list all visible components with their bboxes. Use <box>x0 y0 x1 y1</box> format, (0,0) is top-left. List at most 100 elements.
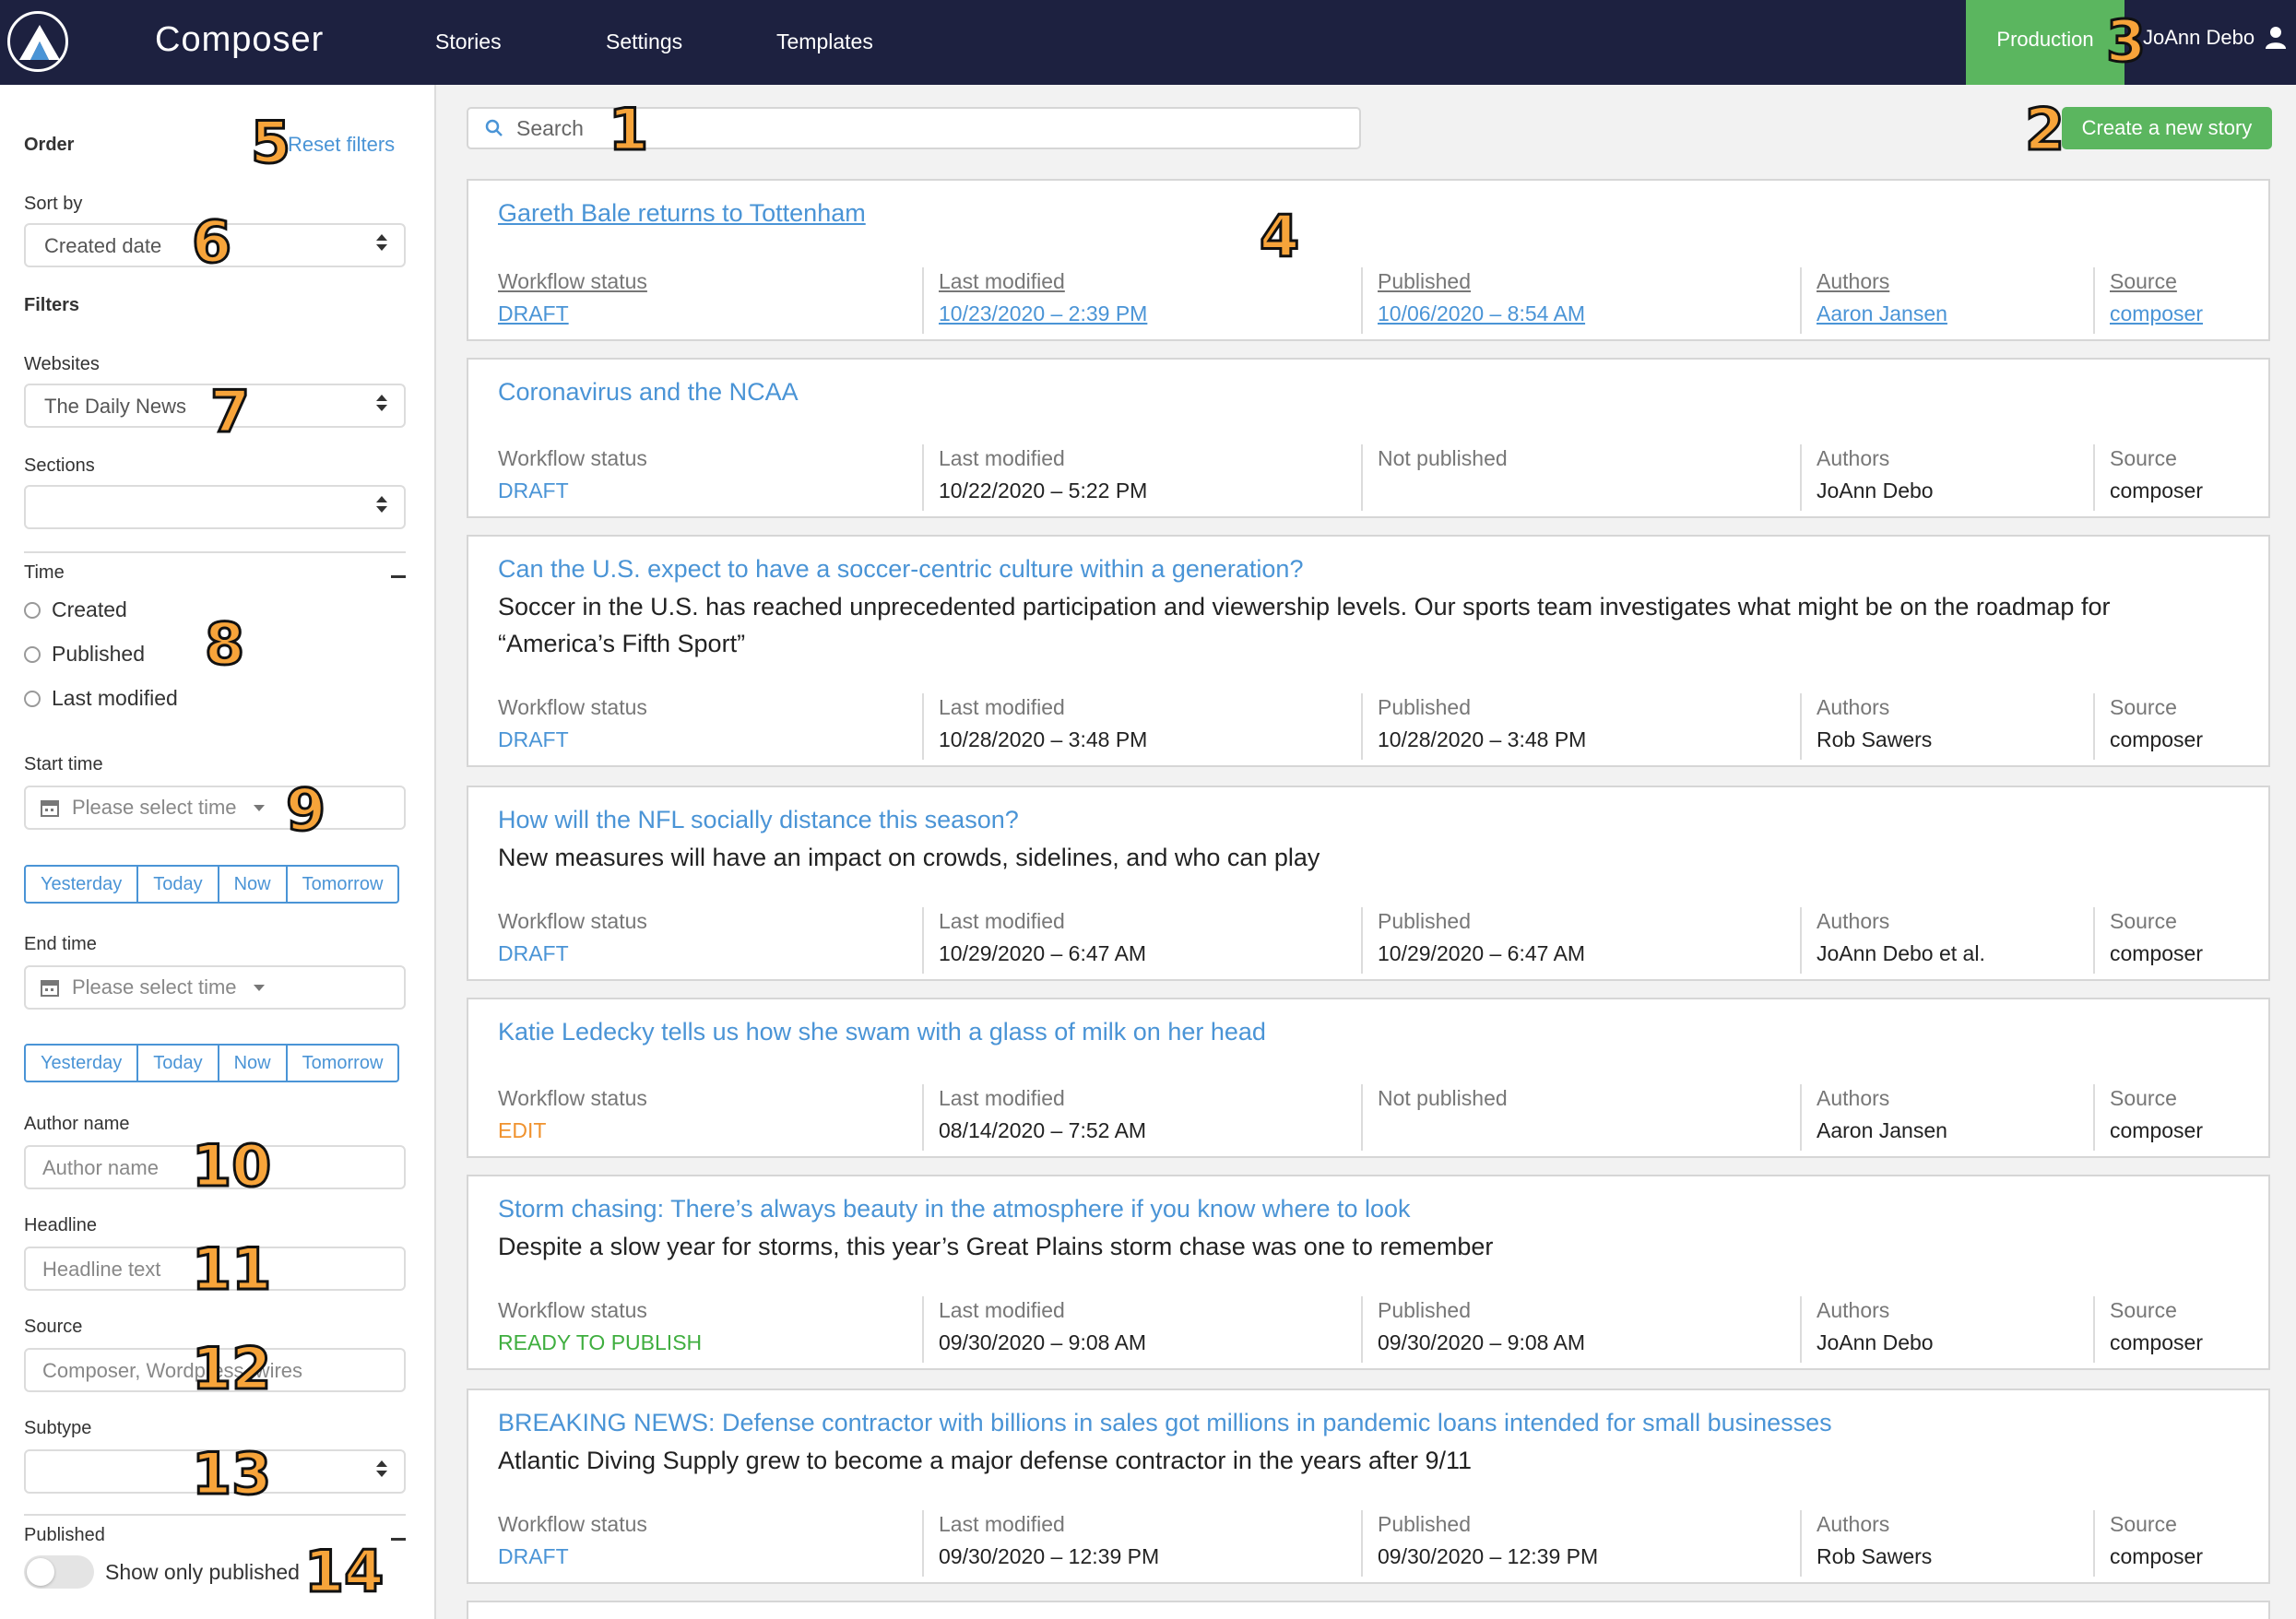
meta-value: DRAFT <box>498 1544 569 1568</box>
published-heading: Published <box>24 1525 105 1545</box>
start-now-button[interactable]: Now <box>219 865 288 904</box>
meta-key: Workflow status <box>498 269 647 293</box>
story-title[interactable]: Katie Ledecky tells us how she swam with… <box>498 1018 1266 1046</box>
authors: Authors Aaron Jansen <box>1800 1084 1947 1151</box>
last-modified: Last modified 09/30/2020 – 12:39 PM <box>922 1510 1159 1577</box>
story-card[interactable]: How will the NFL socially distance this … <box>467 786 2270 981</box>
published-date: Not published <box>1361 1084 1508 1151</box>
collapse-published-icon[interactable] <box>391 1538 406 1541</box>
nav-templates[interactable]: Templates <box>776 30 873 54</box>
story-meta: Workflow status DRAFT Last modified 09/30/… <box>498 1510 2250 1577</box>
story-title[interactable]: Storm chasing: There’s always beauty in … <box>498 1195 1411 1223</box>
meta-key: Source <box>2110 269 2177 293</box>
start-yesterday-button[interactable]: Yesterday <box>24 865 139 904</box>
filters-heading: Filters <box>24 295 80 315</box>
end-time-picker[interactable]: Please select time <box>24 965 406 1010</box>
start-time-picker[interactable]: Please select time <box>24 786 406 830</box>
meta-value: EDIT <box>498 1118 547 1142</box>
radio-last-modified[interactable]: Last modified <box>24 686 178 711</box>
meta-key: Authors <box>1817 446 1890 470</box>
radio-created[interactable]: Created <box>24 597 127 622</box>
workflow-status: Workflow status EDIT <box>498 1084 647 1151</box>
end-yesterday-button[interactable]: Yesterday <box>24 1044 139 1082</box>
story-title[interactable]: BREAKING NEWS: Defense contractor with b… <box>498 1409 1832 1437</box>
toggle-knob <box>27 1558 54 1586</box>
meta-value[interactable]: DRAFT <box>498 301 647 326</box>
time-heading: Time <box>24 562 65 583</box>
start-today-button[interactable]: Today <box>138 865 219 904</box>
start-time-label: Start time <box>24 754 103 774</box>
radio-published[interactable]: Published <box>24 642 145 667</box>
reset-filters-link[interactable]: Reset filters <box>288 133 395 157</box>
meta-key: Last modified <box>939 446 1065 470</box>
authors: Authors Rob Sawers <box>1800 693 1932 760</box>
radio-label: Published <box>52 642 146 666</box>
story-card[interactable]: Can the U.S. expect to have a soccer-cen… <box>467 535 2270 767</box>
start-tomorrow-button[interactable]: Tomorrow <box>287 865 400 904</box>
meta-value: 09/30/2020 – 9:08 AM <box>1378 1330 1586 1354</box>
order-heading: Order <box>24 135 75 155</box>
show-only-published-label: Show only published <box>105 1559 300 1584</box>
show-only-published-toggle[interactable] <box>24 1555 94 1589</box>
radio-circle <box>24 601 41 619</box>
app-logo[interactable] <box>7 11 68 72</box>
show-only-published-row: Show only published <box>24 1555 300 1589</box>
workflow-status: Workflow status READY TO PUBLISH <box>498 1296 702 1363</box>
story-title[interactable]: Coronavirus and the NCAA <box>498 378 799 407</box>
meta-value: composer <box>2110 1544 2203 1568</box>
meta-key: Published <box>1378 695 1472 719</box>
story-card[interactable] <box>467 1601 2270 1619</box>
story-card[interactable]: Katie Ledecky tells us how she swam with… <box>467 998 2270 1158</box>
meta-key: Source <box>2110 1512 2177 1536</box>
story-title[interactable]: Can the U.S. expect to have a soccer-cen… <box>498 555 1303 584</box>
story-card[interactable]: Storm chasing: There’s always beauty in … <box>467 1175 2270 1370</box>
story-title[interactable]: How will the NFL socially distance this … <box>498 806 1019 834</box>
sort-by-label: Sort by <box>24 194 83 214</box>
story-title[interactable]: Gareth Bale returns to Tottenham <box>498 199 866 228</box>
meta-value[interactable]: composer <box>2110 301 2203 326</box>
meta-key: Source <box>2110 1086 2177 1110</box>
meta-value: composer <box>2110 479 2203 502</box>
callout-11: 11 <box>190 1235 272 1303</box>
radio-label: Created <box>52 597 127 621</box>
story-meta: Workflow status DRAFT Last modified 10/28/… <box>498 693 2250 760</box>
meta-value[interactable]: 10/23/2020 – 2:39 PM <box>939 301 1147 326</box>
story-meta: Workflow status EDIT Last modified 08/14/2… <box>498 1084 2250 1151</box>
story-card[interactable]: Gareth Bale returns to Tottenham Workflo… <box>467 179 2270 341</box>
meta-value: DRAFT <box>498 941 569 965</box>
meta-key: Last modified <box>939 909 1065 933</box>
story-card[interactable]: Coronavirus and the NCAA Workflow status… <box>467 358 2270 518</box>
select-arrows-icon <box>376 1460 387 1477</box>
callout-13: 13 <box>190 1440 272 1507</box>
end-today-button[interactable]: Today <box>138 1044 219 1082</box>
divider <box>24 551 406 553</box>
meta-value[interactable]: Aaron Jansen <box>1817 301 1947 326</box>
select-arrows-icon <box>376 234 387 251</box>
meta-value: 09/30/2020 – 9:08 AM <box>939 1330 1147 1354</box>
collapse-time-icon[interactable] <box>391 575 406 578</box>
end-tomorrow-button[interactable]: Tomorrow <box>287 1044 400 1082</box>
meta-value: Aaron Jansen <box>1817 1118 1947 1142</box>
nav-stories[interactable]: Stories <box>435 30 502 54</box>
top-navbar: Composer Stories Settings Templates Prod… <box>0 0 2296 85</box>
story-description: Soccer in the U.S. has reached unprecede… <box>498 593 2111 657</box>
meta-key: Last modified <box>939 1298 1065 1322</box>
user-menu[interactable]: JoAnn Debo <box>2143 26 2287 50</box>
search-input[interactable]: Search <box>467 107 1361 149</box>
meta-value: 09/30/2020 – 12:39 PM <box>1378 1544 1599 1568</box>
create-new-story-button[interactable]: Create a new story <box>2062 107 2272 149</box>
story-card[interactable]: BREAKING NEWS: Defense contractor with b… <box>467 1389 2270 1584</box>
nav-settings[interactable]: Settings <box>606 30 682 54</box>
meta-key: Source <box>2110 909 2177 933</box>
sort-by-value: Created date <box>44 234 162 257</box>
meta-key: Published <box>1378 1298 1472 1322</box>
search-icon <box>485 119 503 136</box>
meta-value[interactable]: 10/06/2020 – 8:54 AM <box>1378 301 1585 326</box>
dropdown-arrow-icon <box>253 804 265 811</box>
environment-badge[interactable]: Production <box>1966 0 2124 85</box>
source: Source composer <box>2093 1510 2203 1577</box>
source: Source composer <box>2093 693 2203 760</box>
end-now-button[interactable]: Now <box>219 1044 288 1082</box>
sections-select[interactable] <box>24 485 406 529</box>
end-time-quick-buttons: Yesterday Today Now Tomorrow <box>24 1044 400 1082</box>
